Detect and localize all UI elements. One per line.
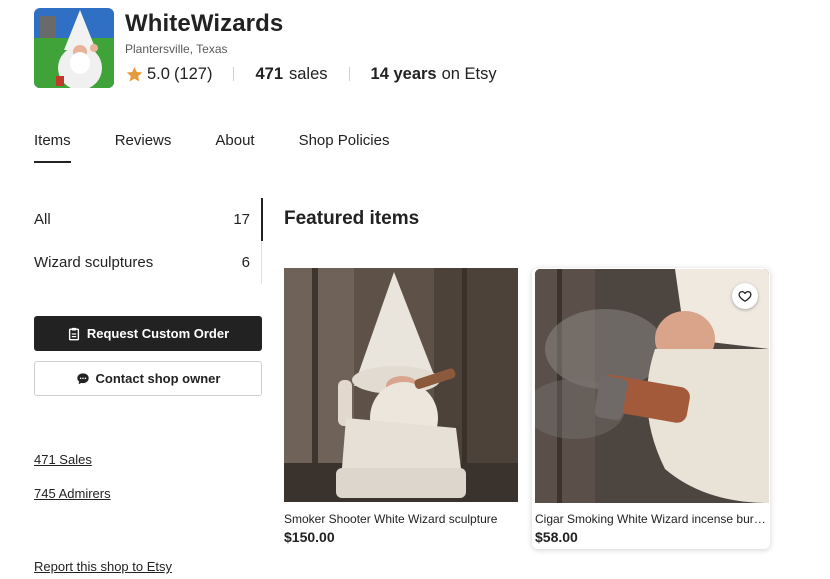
review-count[interactable]: (127) — [174, 65, 213, 84]
request-custom-order-button[interactable]: Request Custom Order — [34, 316, 262, 351]
listing-image[interactable] — [284, 268, 518, 502]
heart-icon — [738, 290, 752, 303]
section-count: 17 — [233, 211, 250, 228]
years-suffix: on Etsy — [441, 64, 497, 83]
star-icon — [126, 66, 143, 82]
shop-sidebar: All 17 Wizard sculptures 6 Request Custo… — [34, 198, 263, 574]
years-on-etsy: 14 years — [370, 64, 437, 83]
shop-stats: 5.0 (127) 471 sales 14 years on Etsy — [125, 62, 497, 86]
listing-card[interactable]: Smoker Shooter White Wizard sculpture $1… — [284, 268, 522, 549]
section-all[interactable]: All 17 — [34, 198, 262, 241]
sales-label: sales — [289, 64, 328, 83]
featured-items-heading: Featured items — [284, 208, 420, 229]
section-count: 6 — [241, 254, 250, 271]
chat-bubble-icon — [76, 372, 89, 384]
listing-title[interactable]: Cigar Smoking White Wizard incense burne… — [535, 512, 769, 526]
listing-price: $150.00 — [284, 529, 335, 545]
favorite-button[interactable] — [732, 283, 758, 309]
stat-divider — [233, 67, 235, 81]
section-label: All — [34, 211, 51, 228]
section-label: Wizard sculptures — [34, 254, 154, 271]
request-custom-order-label: Request Custom Order — [86, 326, 230, 341]
rating-value: 5.0 — [147, 64, 170, 83]
listing-price: $58.00 — [535, 529, 578, 545]
shop-name: WhiteWizards — [125, 10, 284, 37]
tab-about[interactable]: About — [215, 130, 254, 164]
report-shop-link[interactable]: Report this shop to Etsy — [34, 559, 172, 574]
tab-reviews[interactable]: Reviews — [115, 130, 172, 164]
admirers-link[interactable]: 745 Admirers — [34, 486, 111, 501]
shop-tabs: Items Reviews About Shop Policies — [34, 130, 433, 166]
section-wizard-sculptures[interactable]: Wizard sculptures 6 — [34, 241, 262, 284]
listing-image[interactable] — [535, 269, 769, 503]
shop-location: Plantersville, Texas — [125, 42, 228, 56]
section-active-indicator — [260, 198, 263, 241]
shop-logo[interactable] — [34, 8, 114, 88]
sales-count: 471 — [255, 64, 283, 83]
contact-shop-owner-button[interactable]: Contact shop owner — [34, 361, 262, 396]
listing-title[interactable]: Smoker Shooter White Wizard sculpture — [284, 512, 518, 526]
sales-link[interactable]: 471 Sales — [34, 452, 92, 467]
tab-shop-policies[interactable]: Shop Policies — [299, 130, 390, 164]
contact-shop-owner-label: Contact shop owner — [95, 371, 221, 386]
stat-divider — [348, 67, 350, 81]
section-list: All 17 Wizard sculptures 6 — [34, 198, 263, 284]
listing-card[interactable]: Cigar Smoking White Wizard incense burne… — [532, 268, 770, 549]
tab-items[interactable]: Items — [34, 130, 71, 164]
clipboard-icon — [68, 327, 79, 340]
shop-header: WhiteWizards Plantersville, Texas 5.0 (1… — [34, 8, 814, 92]
